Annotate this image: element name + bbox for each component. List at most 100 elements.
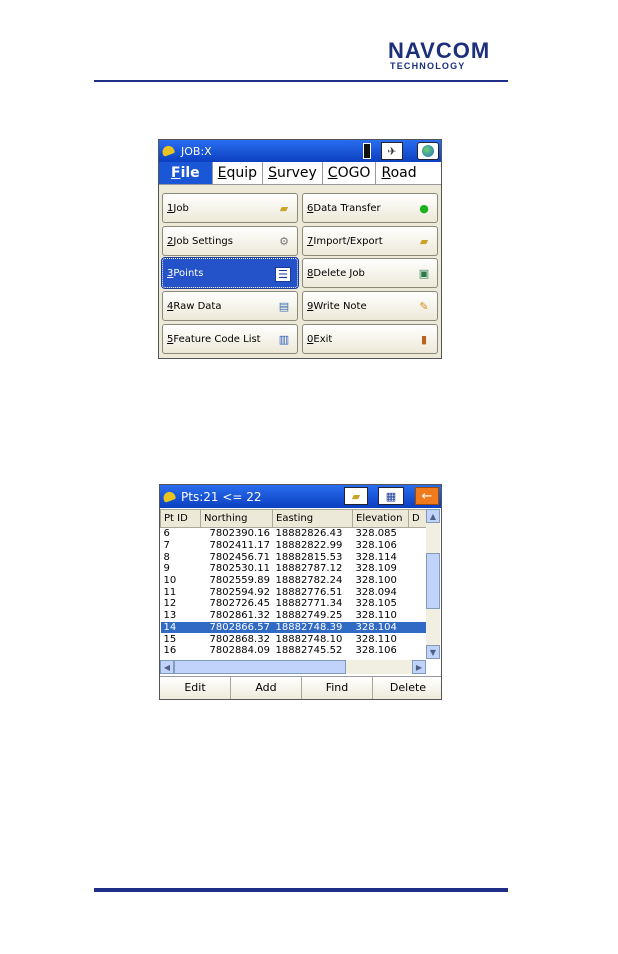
table-cell: 18882748.39 (272, 621, 353, 634)
raw-data-icon: ▤ (278, 300, 290, 313)
table-cell: 328.109 (355, 563, 397, 575)
table-cell: 12 (163, 598, 177, 610)
raw-data-button[interactable]: 4 Raw Data ▤ (162, 291, 298, 321)
book-icon: ▥ (278, 333, 290, 346)
column-header[interactable]: D (408, 509, 427, 528)
table-row[interactable]: 16 7802884.09 18882745.52 328.106 (161, 645, 427, 657)
table-cell: 328.085 (355, 528, 397, 540)
exit-button[interactable]: 0 Exit ▮ (302, 324, 438, 354)
table-cell (409, 540, 427, 552)
table-row[interactable]: 15 7802868.32 18882748.10 328.110 (161, 633, 427, 645)
write-note-button[interactable]: 9 Write Note ✎ (302, 291, 438, 321)
menu-file[interactable]: File (159, 162, 213, 184)
table-cell: 7802726.45 (209, 598, 270, 610)
table-cell: 10 (163, 575, 177, 587)
table-row[interactable]: 9 7802530.11 18882787.12 328.109 (161, 563, 427, 575)
menu-road[interactable]: Road (376, 162, 421, 184)
bottom-button-bar: Edit Add Find Delete (160, 676, 441, 699)
import-export-button[interactable]: 7 Import/Export ▰ (302, 226, 438, 256)
job-button[interactable]: 1 Job ▰ (162, 193, 298, 223)
table-cell: 328.114 (355, 551, 397, 563)
table-cell (409, 575, 427, 587)
table-cell: 18882776.51 (275, 586, 343, 598)
data-transfer-button[interactable]: 6 Data Transfer ● (302, 193, 438, 223)
table-row[interactable]: 8 7802456.71 18882815.53 328.114 (161, 551, 427, 563)
table-row[interactable]: 11 7802594.92 18882776.51 328.094 (161, 586, 427, 598)
table-row[interactable]: 14 7802866.57 18882748.39 328.104 (160, 621, 427, 634)
table-cell: 13 (163, 610, 177, 622)
table-cell: 15 (163, 633, 177, 645)
table-cell: 7802868.32 (209, 633, 270, 645)
table-cell (409, 586, 427, 598)
table-row[interactable]: 13 7802861.32 18882749.25 328.110 (161, 610, 427, 622)
app-icon (162, 490, 178, 504)
table-cell: 7802594.92 (209, 586, 270, 598)
open-folder-icon[interactable]: ▰ (344, 487, 368, 505)
table-cell: 328.104 (352, 621, 409, 634)
table-cell: 8 (163, 551, 170, 563)
table-cell: 7802530.11 (209, 563, 270, 575)
menu-equip[interactable]: Equip (213, 162, 264, 184)
column-header[interactable]: Pt ID (160, 509, 201, 528)
menu-survey[interactable]: Survey (263, 162, 323, 184)
window-title: Pts:21 <= 22 (181, 489, 262, 504)
add-button[interactable]: Add (231, 677, 302, 699)
vertical-scrollbar[interactable]: ▲ ▼ (426, 509, 440, 659)
table-cell (409, 551, 427, 563)
back-arrow-icon[interactable]: ← (415, 487, 439, 505)
table-cell: 11 (163, 586, 177, 598)
feature-code-list-button[interactable]: 5 Feature Code List ▥ (162, 324, 298, 354)
table-cell: 7802411.17 (209, 540, 270, 552)
gps-status-icon[interactable]: ✈ (381, 142, 403, 160)
table-row[interactable]: 12 7802726.45 18882771.34 328.105 (161, 598, 427, 610)
table-cell: 18882771.34 (275, 598, 343, 610)
table-cell: 328.110 (355, 610, 397, 622)
table-cell: 18882826.43 (275, 528, 343, 540)
globe-icon[interactable] (417, 142, 439, 160)
table-cell (409, 645, 427, 657)
table-cell: 18882749.25 (275, 610, 343, 622)
points-list-screen: Pts:21 <= 22 ▰ ▦ ← Pt ID Northing Easting E… (159, 484, 442, 700)
table-cell: 6 (163, 528, 170, 540)
battery-icon (363, 143, 371, 159)
job-menu-screen: JOB:X ✈ File Equip Survey COGO Road 1 Jo… (158, 139, 442, 359)
navcom-logo: NAVCOM TECHNOLOGY (388, 40, 510, 71)
menu-cogo[interactable]: COGO (323, 162, 377, 184)
column-header[interactable]: Easting (272, 509, 353, 528)
table-cell: 9 (163, 563, 170, 575)
logo-line2: TECHNOLOGY (390, 61, 466, 71)
table-row[interactable]: 10 7802559.89 18882782.24 328.100 (161, 575, 427, 587)
column-header[interactable]: Northing (200, 509, 273, 528)
table-row[interactable]: 6 7802390.16 18882826.43 328.085 (161, 528, 427, 540)
table-cell: 7802390.16 (209, 528, 270, 540)
points-button[interactable]: 3 Points ☰ (161, 257, 299, 289)
table-cell: 7 (163, 540, 170, 552)
delete-button[interactable]: Delete (373, 677, 441, 699)
table-cell (409, 528, 427, 540)
table-cell: 328.106 (355, 540, 397, 552)
folder-open-icon: ▰ (279, 202, 289, 215)
footer-rule (94, 888, 508, 892)
green-ball-icon: ● (419, 202, 429, 215)
view-toggle-icon[interactable]: ▦ (378, 487, 404, 505)
table-cell (409, 610, 427, 622)
edit-button[interactable]: Edit (160, 677, 231, 699)
horizontal-scroll-thumb[interactable] (174, 660, 346, 674)
job-settings-button[interactable]: 2 Job Settings ⚙ (162, 226, 298, 256)
table-cell: 7802456.71 (209, 551, 270, 563)
table-cell (409, 563, 427, 575)
table-row[interactable]: 7 7802411.17 18882822.99 328.106 (161, 540, 427, 552)
find-button[interactable]: Find (302, 677, 373, 699)
scroll-down-icon[interactable]: ▼ (426, 645, 440, 659)
exit-door-icon: ▮ (420, 333, 428, 346)
scroll-up-icon[interactable]: ▲ (426, 509, 440, 523)
title-bar: Pts:21 <= 22 ▰ ▦ ← (160, 485, 441, 508)
column-header[interactable]: Elevation (352, 509, 409, 528)
horizontal-scrollbar[interactable]: ◀ ▶ (160, 660, 426, 674)
trash-icon: ▣ (418, 267, 430, 280)
scroll-right-icon[interactable]: ▶ (412, 660, 426, 674)
delete-job-button[interactable]: 8 Delete Job ▣ (302, 258, 438, 288)
vertical-scroll-thumb[interactable] (426, 553, 440, 609)
scroll-left-icon[interactable]: ◀ (160, 660, 174, 674)
settings-icon: ⚙ (279, 235, 289, 248)
